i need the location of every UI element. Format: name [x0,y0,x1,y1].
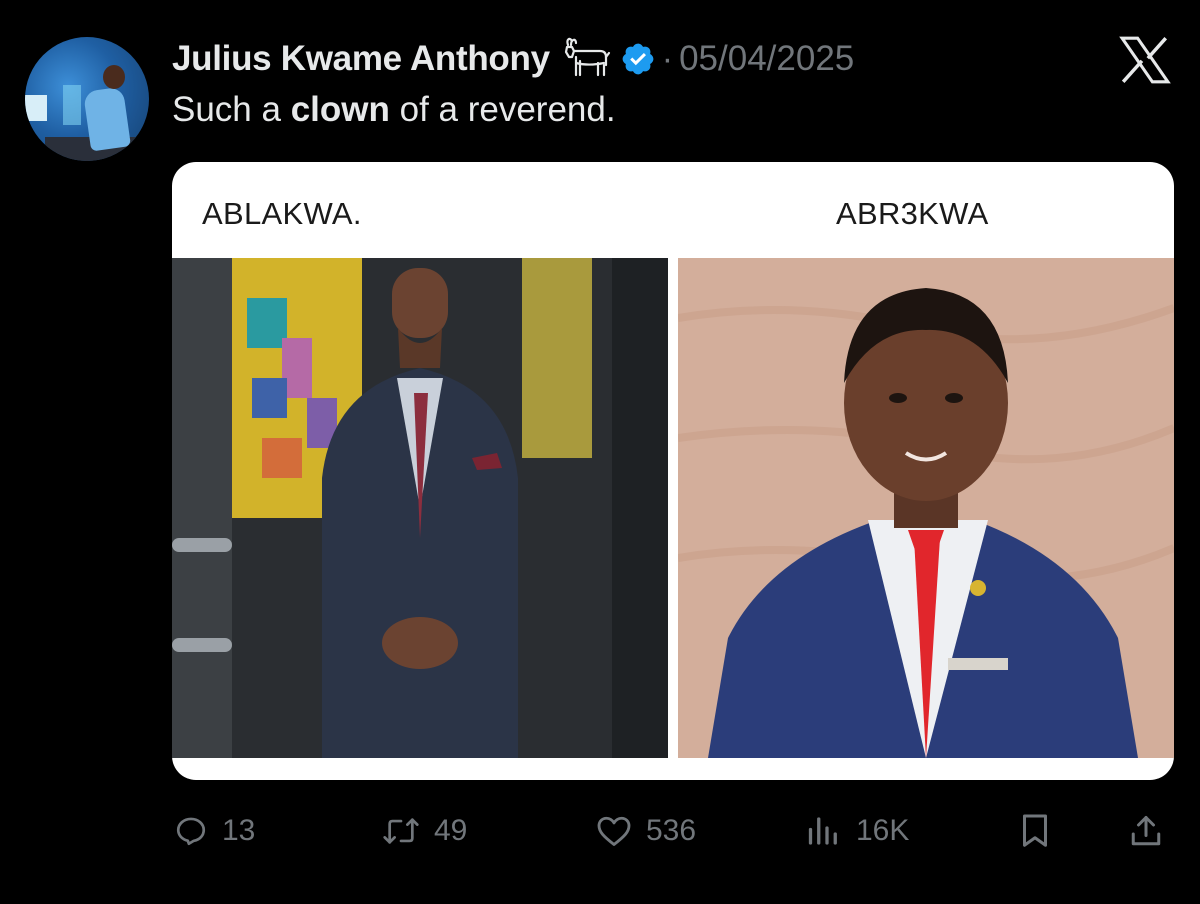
repost-icon [383,818,419,844]
verified-badge-icon [622,43,654,75]
image-label-left: ABLAKWA. [202,196,362,231]
avatar-bg-screen [25,95,47,121]
reply-icon [176,817,206,846]
views-icon [808,817,837,845]
photo-right-illustration [678,258,1174,758]
author-name[interactable]: Julius Kwame Anthony [172,39,550,79]
views-button[interactable]: 16K [806,806,909,856]
avatar-bg-light [63,85,81,125]
reply-button[interactable]: 13 [174,806,255,856]
like-button[interactable]: 536 [596,806,696,856]
photo-left [172,258,668,758]
post-text: Such a clown of a reverend. [172,90,616,130]
post-text-end: of a reverend. [389,90,616,129]
post-actions: 13 49 536 16K [172,806,1174,856]
bookmark-button[interactable] [1018,806,1052,856]
post-header: Julius Kwame Anthony · 05/04/2025 [172,34,854,84]
avatar-person-body [83,86,131,152]
avatar[interactable] [25,37,149,161]
repost-count: 49 [434,814,468,847]
post-date[interactable]: 05/04/2025 [679,39,854,79]
x-logo-icon[interactable] [1118,36,1172,84]
photo-right [678,258,1174,758]
heart-icon [597,816,631,846]
avatar-person-head [103,65,125,89]
separator-dot: · [661,39,674,78]
repost-button[interactable]: 49 [382,806,467,856]
share-button[interactable] [1128,806,1164,856]
post-text-bold: clown [290,90,390,129]
goat-icon [564,37,610,77]
image-label-right: ABR3KWA [836,196,989,231]
post-image[interactable]: ABLAKWA. ABR3KWA [172,162,1174,780]
views-count: 16K [856,814,910,847]
post-text-start: Such a [172,90,291,129]
reply-count: 13 [222,814,256,847]
photo-left-illustration [172,258,668,758]
like-count: 536 [646,814,697,847]
share-icon [1131,816,1161,846]
bookmark-icon [1023,814,1047,847]
